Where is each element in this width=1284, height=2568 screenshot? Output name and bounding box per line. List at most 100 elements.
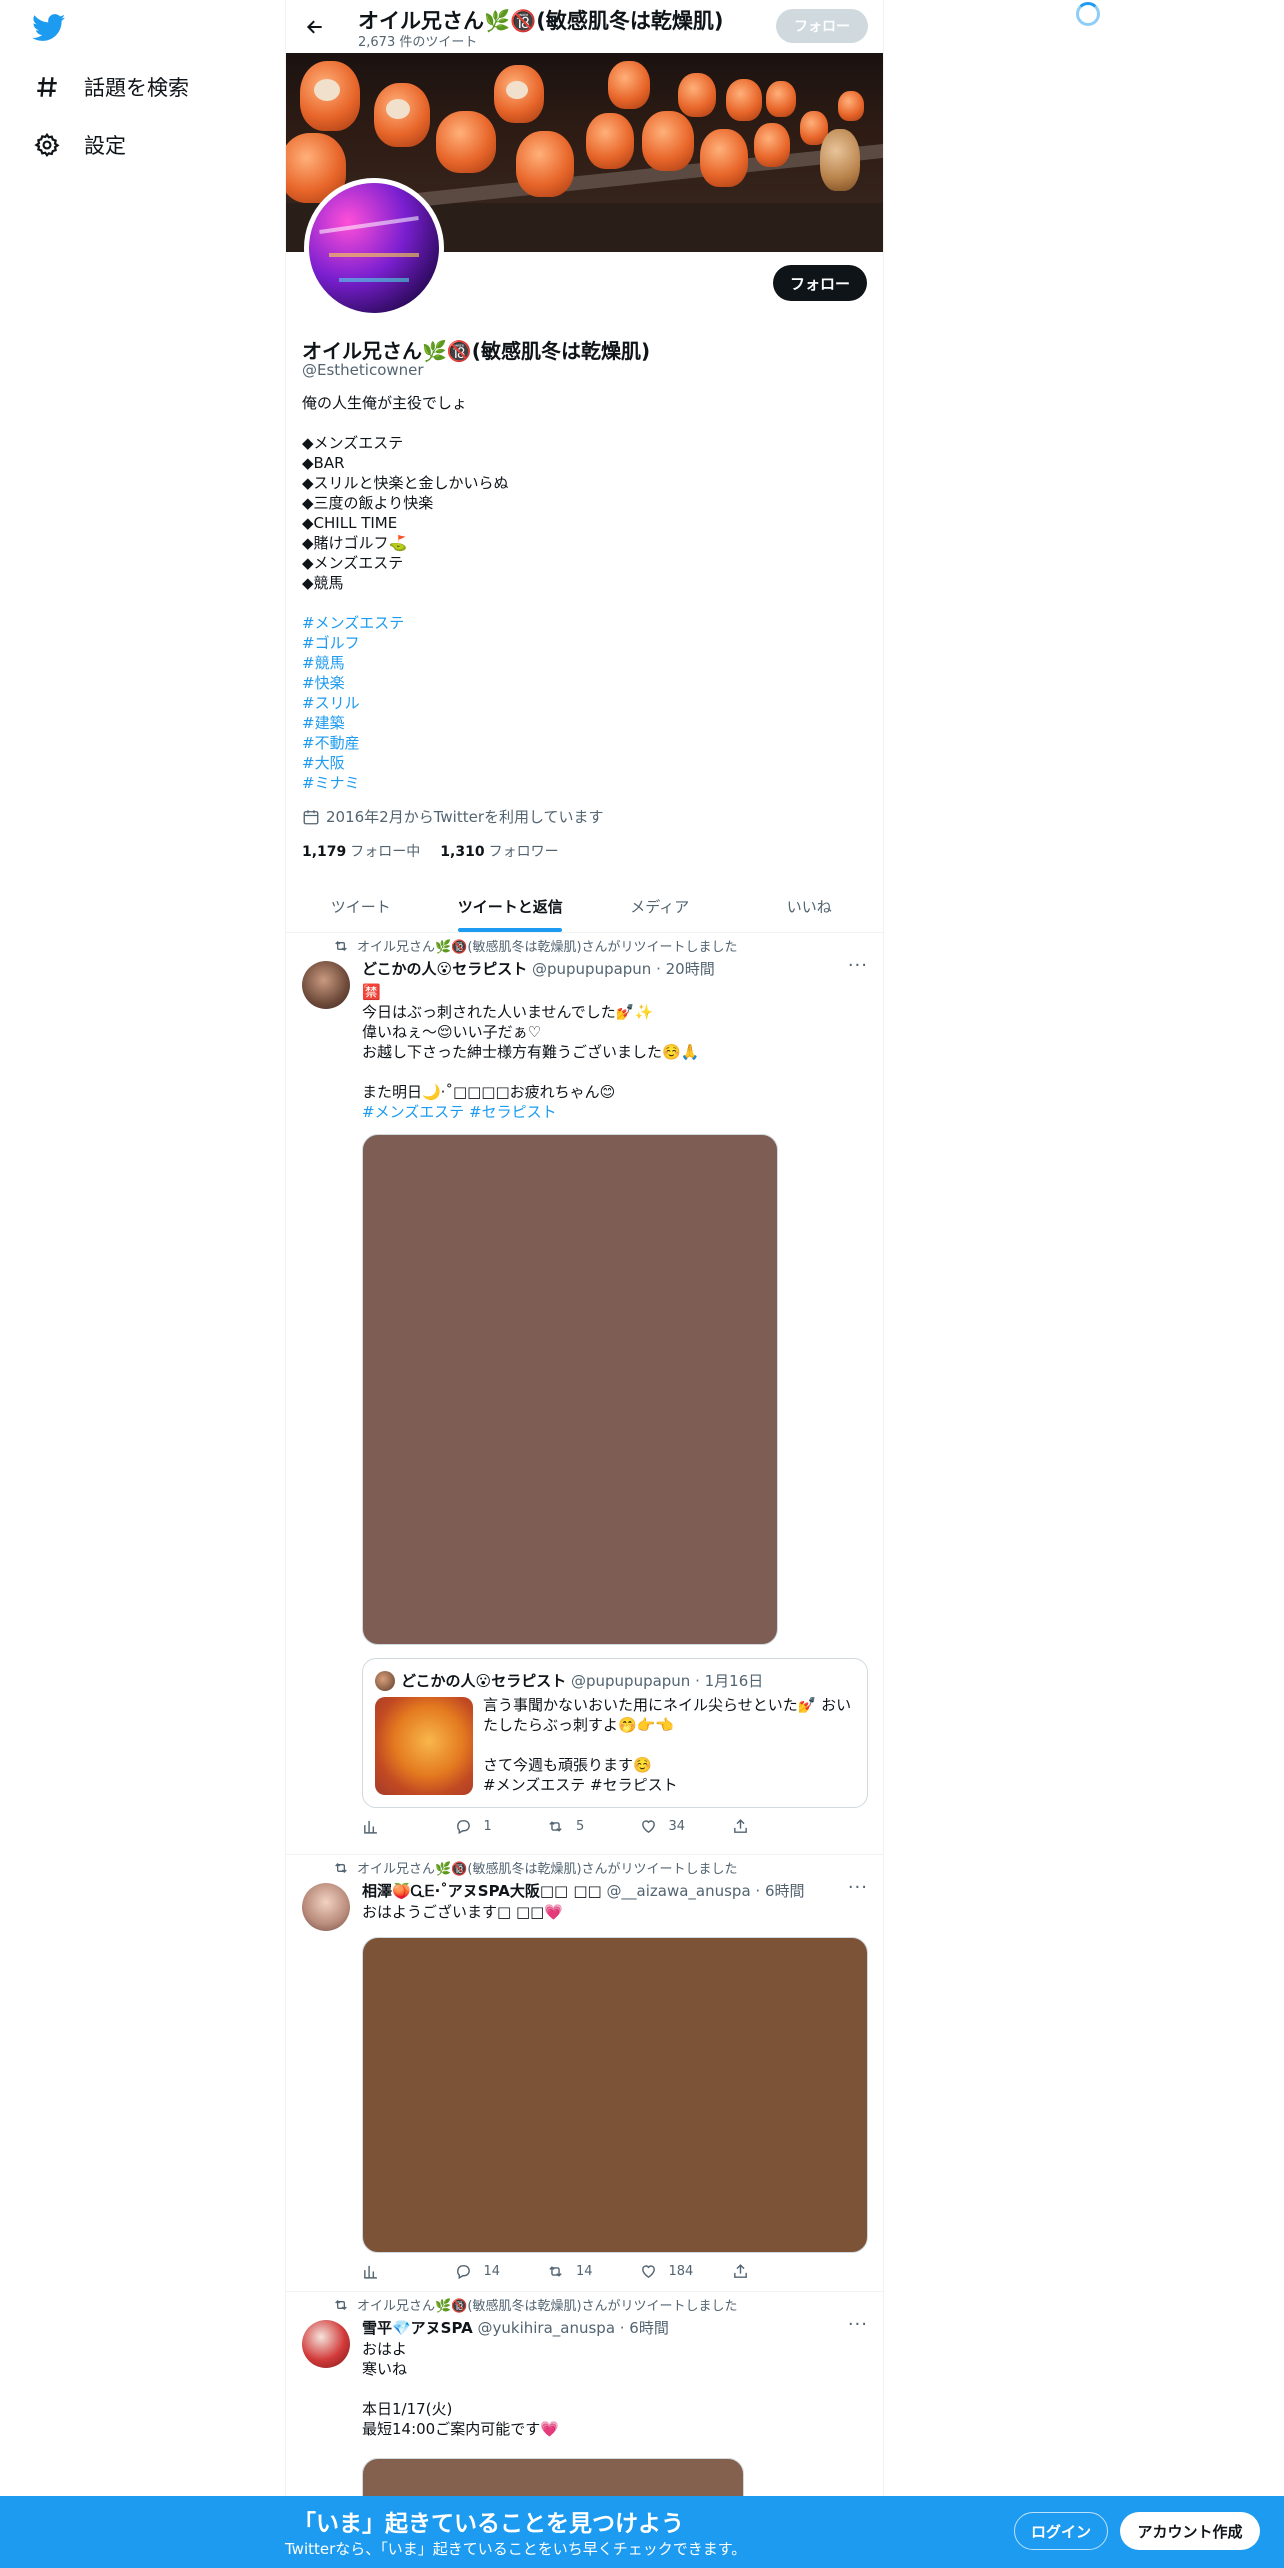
more-options-icon[interactable]: ··· xyxy=(848,1877,868,1898)
tweet-line: 🈲 xyxy=(362,983,381,1001)
tab-likes[interactable]: いいね xyxy=(735,880,884,932)
signup-banner: 「いま」起きていることを見つけよう Twitterなら、「いま」起きていることを… xyxy=(0,2496,1284,2568)
analytics-icon xyxy=(364,1820,377,1834)
join-date: 2016年2月からTwitterを利用しています xyxy=(302,806,604,827)
tweet-line xyxy=(362,2379,559,2399)
tweet[interactable]: オイル兄さん🌿🔞(敏感肌冬は乾燥肌)さんがリツイートしました どこかの人😮セラピ… xyxy=(286,933,883,1855)
tab-media[interactable]: メディア xyxy=(585,880,735,932)
retweet-context-text: オイル兄さん🌿🔞(敏感肌冬は乾燥肌)さんがリツイートしました xyxy=(357,1862,738,1877)
twitter-logo-icon[interactable] xyxy=(32,14,66,42)
tweet-line: お越し下さった紳士様方有難うございました☺️🙏 xyxy=(362,1043,700,1061)
followers-link[interactable]: 1,310 フォロワー xyxy=(440,841,558,861)
hashtag-link[interactable]: #ミナミ xyxy=(302,773,509,793)
retweet-context-text: オイル兄さん🌿🔞(敏感肌冬は乾燥肌)さんがリツイートしました xyxy=(357,940,738,955)
share-button[interactable] xyxy=(732,1818,792,1835)
bio-line: ◆三度の飯より快楽 xyxy=(302,494,434,512)
author-handle-time[interactable]: @__aizawa_anuspa · 6時間 xyxy=(607,1882,805,1900)
following-count: 1,179 xyxy=(302,844,347,860)
loading-spinner-icon xyxy=(1076,2,1100,26)
reply-button[interactable]: 14 xyxy=(455,2263,515,2280)
hashtag-link[interactable]: #大阪 xyxy=(302,753,509,773)
tweet-line: 寒いね xyxy=(362,2360,408,2378)
retweet-icon xyxy=(549,2266,562,2277)
quoted-image xyxy=(375,1697,473,1795)
tweet-image[interactable] xyxy=(362,1937,868,2253)
reply-icon xyxy=(456,1820,470,1835)
tab-tweets[interactable]: ツイート xyxy=(286,880,436,932)
following-link[interactable]: 1,179 フォロー中 xyxy=(302,841,420,861)
profile-avatar[interactable] xyxy=(304,178,444,318)
nav-settings[interactable]: 設定 xyxy=(34,130,126,160)
back-button[interactable] xyxy=(300,12,330,42)
tweet-line: 最短14:00ご案内可能です💗 xyxy=(362,2420,559,2438)
hashtag-link[interactable]: #不動産 xyxy=(302,733,509,753)
hashtag-link[interactable]: #快楽 xyxy=(302,673,509,693)
retweet-context: オイル兄さん🌿🔞(敏感肌冬は乾燥肌)さんがリツイートしました xyxy=(333,936,738,955)
avatar[interactable] xyxy=(302,2320,350,2368)
author-name[interactable]: 相澤🍑ᏩᎬ·˚アヌSPA大阪□□ □□ xyxy=(362,1882,602,1900)
header-follow-button[interactable]: フォロー xyxy=(776,9,868,43)
calendar-icon xyxy=(303,809,319,824)
tweet-image[interactable] xyxy=(362,1134,778,1645)
author-name[interactable]: どこかの人😮セラピスト xyxy=(362,960,527,978)
author-handle-time[interactable]: @yukihira_anuspa · 6時間 xyxy=(478,2319,669,2337)
tweet-line: 偉いねぇ～😌いい子だぁ♡ xyxy=(362,1023,542,1041)
tweet-actions: 1 5 34 xyxy=(362,1818,792,1835)
analytics-button[interactable] xyxy=(362,2263,422,2280)
quoted-header: どこかの人😮セラピスト @pupupupapun · 1月16日 xyxy=(401,1670,763,1691)
login-button[interactable]: ログイン xyxy=(1014,2512,1108,2550)
profile-tabs: ツイート ツイートと返信 メディア いいね xyxy=(286,880,884,933)
retweet-count: 5 xyxy=(576,1819,585,1834)
reply-icon xyxy=(456,2265,470,2280)
reply-count: 14 xyxy=(483,2264,501,2279)
more-options-icon[interactable]: ··· xyxy=(848,2314,868,2335)
arrow-left-icon xyxy=(306,20,322,34)
heart-icon xyxy=(641,1820,655,1834)
author-handle-time[interactable]: @pupupupapun · 20時間 xyxy=(532,960,715,978)
like-button[interactable]: 184 xyxy=(640,2263,700,2280)
like-button[interactable]: 34 xyxy=(640,1818,700,1835)
tweet-line: おはようございます□ □□💗 xyxy=(362,1903,563,1921)
tweet-header: どこかの人😮セラピスト @pupupupapun · 20時間 xyxy=(362,958,715,979)
retweet-icon xyxy=(335,940,347,951)
share-button[interactable] xyxy=(732,2263,792,2280)
retweet-context-text: オイル兄さん🌿🔞(敏感肌冬は乾燥肌)さんがリツイートしました xyxy=(357,2299,738,2314)
follow-stats: 1,179 フォロー中 1,310 フォロワー xyxy=(302,841,559,861)
followers-label: フォロワー xyxy=(488,844,559,860)
nav-explore-label: 話題を検索 xyxy=(84,76,189,100)
retweet-button[interactable]: 5 xyxy=(547,1818,607,1835)
hashtag-link[interactable]: #メンズエステ #セラピスト xyxy=(362,1102,699,1122)
following-label: フォロー中 xyxy=(350,844,421,860)
analytics-button[interactable] xyxy=(362,1818,422,1835)
hashtag-link[interactable]: #メンズエステ xyxy=(302,613,509,633)
like-count: 34 xyxy=(668,1819,686,1834)
avatar[interactable] xyxy=(302,961,350,1009)
reply-button[interactable]: 1 xyxy=(455,1818,515,1835)
quoted-author-name: どこかの人😮セラピスト xyxy=(401,1672,567,1690)
author-name[interactable]: 雪平💎アヌSPA xyxy=(362,2319,473,2337)
quoted-tweet[interactable]: どこかの人😮セラピスト @pupupupapun · 1月16日 言う事聞かない… xyxy=(362,1658,868,1808)
retweet-button[interactable]: 14 xyxy=(547,2263,607,2280)
avatar[interactable] xyxy=(302,1883,350,1931)
bio-line: ◆メンズエステ xyxy=(302,554,404,572)
nav-explore[interactable]: 話題を検索 xyxy=(34,72,189,102)
tab-tweets-and-replies[interactable]: ツイートと返信 xyxy=(436,880,586,932)
retweet-context: オイル兄さん🌿🔞(敏感肌冬は乾燥肌)さんがリツイートしました xyxy=(333,2295,738,2314)
follow-button[interactable]: フォロー xyxy=(773,265,867,301)
hashtag-link[interactable]: #スリル xyxy=(302,693,509,713)
quoted-text: 言う事聞かないおいた用にネイル尖らせといた💅 おいたしたらぶっ刺すよ🤭👉👈 さて… xyxy=(483,1695,859,1795)
tweet-text: おはようございます□ □□💗 xyxy=(362,1902,563,1922)
like-count: 184 xyxy=(668,2264,694,2279)
tweet-actions: 14 14 184 xyxy=(362,2263,792,2280)
hashtag-link[interactable]: #建築 xyxy=(302,713,509,733)
hashtag-link[interactable]: #ゴルフ xyxy=(302,633,509,653)
profile-handle: @Estheticowner xyxy=(302,361,424,379)
more-options-icon[interactable]: ··· xyxy=(848,955,868,976)
tweet[interactable]: オイル兄さん🌿🔞(敏感肌冬は乾燥肌)さんがリツイートしました 相澤🍑ᏩᎬ·˚アヌ… xyxy=(286,1855,883,2292)
hashtag-link[interactable]: #競馬 xyxy=(302,653,509,673)
tweet-header: 雪平💎アヌSPA @yukihira_anuspa · 6時間 xyxy=(362,2317,669,2338)
signup-button[interactable]: アカウント作成 xyxy=(1120,2512,1260,2550)
profile-column: オイル兄さん🌿🔞(敏感肌冬は乾燥肌) 2,673 件のツイート フォロー フォロ… xyxy=(285,0,884,2568)
bio-line: ◆スリルと快楽と金しかいらぬ xyxy=(302,474,509,492)
bio-line: ◆賭けゴルフ⛳ xyxy=(302,534,408,552)
